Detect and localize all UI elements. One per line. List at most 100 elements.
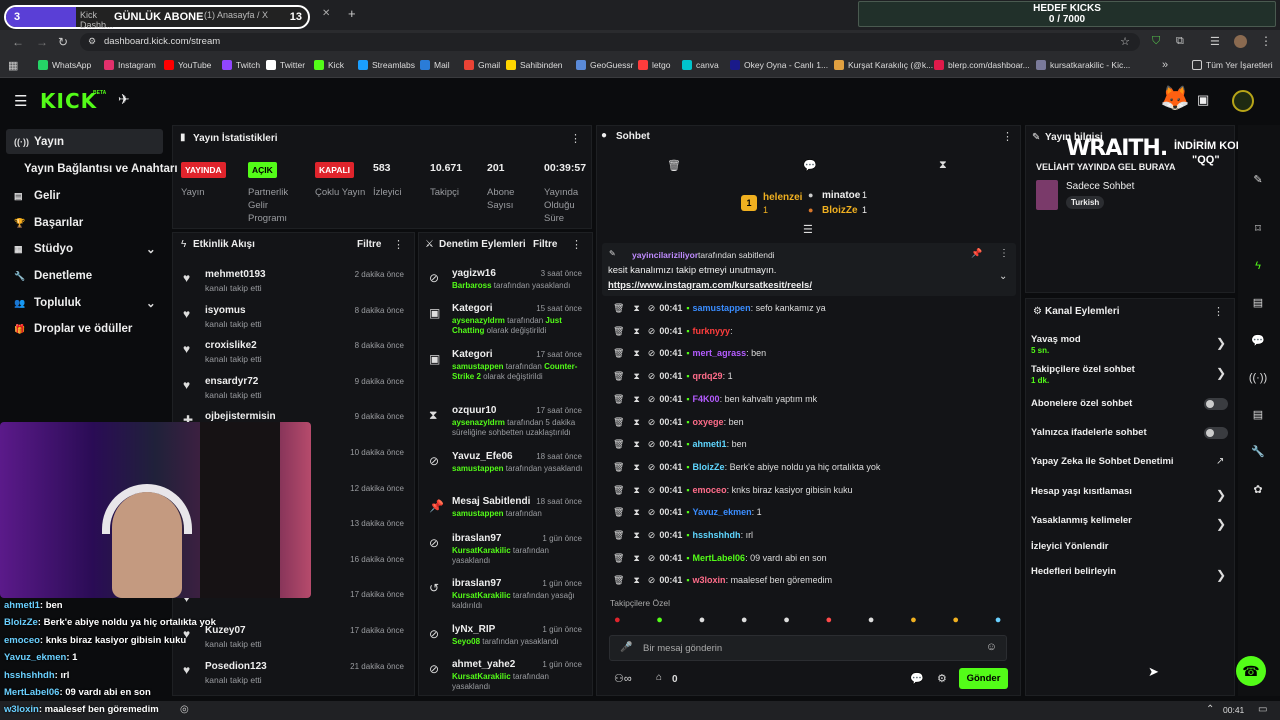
timeout-icon[interactable]: ⧗ bbox=[633, 394, 639, 404]
pin-icon[interactable]: ✈ bbox=[118, 91, 130, 108]
msg-user[interactable]: furknyyy bbox=[693, 326, 731, 336]
ban-icon[interactable]: ⊘ bbox=[648, 303, 656, 313]
ban-icon[interactable]: ⊘ bbox=[648, 462, 656, 472]
bookmark-14[interactable]: Kurşat Karakılıç (@k... bbox=[834, 60, 933, 70]
mod-target[interactable]: Mesaj Sabitlendi bbox=[452, 496, 530, 507]
msg-user[interactable]: ahmeti1 bbox=[693, 439, 727, 449]
broadcast-icon[interactable]: ((·)) bbox=[1247, 367, 1269, 389]
ban-icon[interactable]: ⊘ bbox=[648, 348, 656, 358]
emote-icon[interactable]: ● bbox=[614, 614, 621, 626]
ban-icon[interactable]: ⊘ bbox=[648, 371, 656, 381]
edit-icon[interactable]: ✎ bbox=[1247, 169, 1269, 191]
timeout-icon[interactable]: ⧗ bbox=[633, 303, 639, 313]
bookmark-11[interactable]: letgo bbox=[638, 60, 670, 70]
unpin-icon[interactable]: 📌 bbox=[971, 248, 982, 259]
mod-actor[interactable]: Seyo08 bbox=[452, 637, 480, 646]
language-tag[interactable]: Turkish bbox=[1066, 196, 1105, 209]
timeout-icon[interactable]: ⧗ bbox=[633, 462, 639, 472]
mic-icon[interactable]: 🎤 bbox=[620, 642, 632, 653]
delete-msg-icon[interactable]: 🗑 bbox=[613, 348, 624, 358]
channel-action-6[interactable]: Yasaklanmış kelimeler bbox=[1031, 515, 1132, 526]
store-icon[interactable]: ▣ bbox=[1197, 92, 1209, 108]
expand-icon[interactable]: ⌄ bbox=[999, 271, 1007, 282]
mod-target[interactable]: Kategori bbox=[452, 349, 493, 360]
emote-icon[interactable]: ● bbox=[656, 614, 663, 626]
emote-icon[interactable]: ● bbox=[783, 614, 790, 626]
activity-user[interactable]: croxislike2 bbox=[205, 340, 257, 351]
new-tab-icon[interactable]: + bbox=[348, 6, 356, 21]
channel-action-8[interactable]: Hedefleri belirleyin bbox=[1031, 566, 1116, 577]
timeout-icon[interactable]: ⧗ bbox=[633, 575, 639, 585]
top-chatter[interactable]: helenzei bbox=[763, 192, 802, 203]
delete-msg-icon[interactable]: 🗑 bbox=[613, 303, 624, 313]
mod-actor[interactable]: aysenazyldrm bbox=[452, 316, 505, 325]
notification-icon[interactable]: ▭ bbox=[1258, 704, 1267, 715]
browser-menu-icon[interactable]: ⋮ bbox=[1260, 34, 1272, 48]
sidebar-item-1[interactable]: Yayın Bağlantısı ve Anahtarı bbox=[24, 163, 178, 175]
msg-user[interactable]: mert_agrass bbox=[693, 348, 747, 358]
chevron-right-icon[interactable]: ❯ bbox=[1216, 336, 1226, 350]
msg-user[interactable]: F4K00 bbox=[693, 394, 720, 404]
timeout-icon[interactable]: ⧗ bbox=[633, 371, 639, 381]
mod-target[interactable]: ozquur10 bbox=[452, 405, 496, 416]
document-icon[interactable]: ▤ bbox=[1247, 292, 1269, 314]
timeout-icon[interactable]: ⧗ bbox=[633, 507, 639, 517]
msg-user[interactable]: samustappen bbox=[693, 303, 751, 313]
ban-icon[interactable]: ⊘ bbox=[648, 394, 656, 404]
emote-icon[interactable]: ● bbox=[741, 614, 748, 626]
palette-icon[interactable]: ✿ bbox=[1247, 479, 1269, 501]
sidebar-item-5[interactable]: 🔧 Denetleme bbox=[14, 270, 92, 282]
timeout-icon[interactable]: ⧗ bbox=[633, 553, 639, 563]
modlog-menu-icon[interactable]: ⋮ bbox=[571, 238, 582, 251]
channel-action-0[interactable]: Yavaş mod bbox=[1031, 334, 1081, 345]
forward-icon[interactable]: → bbox=[36, 35, 48, 49]
chevron-right-icon[interactable]: ❯ bbox=[1216, 517, 1226, 531]
external-link-icon[interactable]: ↗ bbox=[1216, 456, 1224, 467]
user-avatar[interactable] bbox=[1232, 90, 1254, 112]
trash-icon[interactable]: 🗑 bbox=[667, 159, 681, 172]
profile-avatar[interactable] bbox=[1234, 35, 1247, 48]
ban-icon[interactable]: ⊘ bbox=[648, 553, 656, 563]
chat-menu-icon[interactable]: ⋮ bbox=[1002, 130, 1013, 143]
toggle-switch[interactable] bbox=[1204, 398, 1228, 410]
channel-action-4[interactable]: Yapay Zeka ile Sohbet Denetimi bbox=[1031, 456, 1174, 467]
delete-msg-icon[interactable]: 🗑 bbox=[613, 530, 624, 540]
mod-target[interactable]: Yavuz_Efe06 bbox=[452, 451, 513, 462]
sidebar-item-6[interactable]: 👥 Topluluk ⌄ bbox=[14, 297, 156, 310]
top-chatter[interactable]: minatoe bbox=[822, 190, 860, 201]
bookmark-9[interactable]: Sahibinden bbox=[506, 60, 563, 70]
bank-icon[interactable]: ⌂ bbox=[656, 672, 662, 683]
activity-menu-icon[interactable]: ⋮ bbox=[393, 238, 404, 251]
hourglass-icon[interactable]: ⧗ bbox=[939, 159, 947, 172]
taskbar-app-icon[interactable]: ◎ bbox=[180, 704, 189, 715]
back-icon[interactable]: ← bbox=[12, 35, 24, 49]
bookmark-5[interactable]: Kick bbox=[314, 60, 344, 70]
bookmark-1[interactable]: Instagram bbox=[104, 60, 156, 70]
bookmark-2[interactable]: YouTube bbox=[164, 60, 211, 70]
bookmark-3[interactable]: Twitch bbox=[222, 60, 260, 70]
pinned-link[interactable]: https://www.instagram.com/kursatkesit/re… bbox=[608, 280, 812, 291]
emote-icon[interactable]: ● bbox=[826, 614, 833, 626]
bookmark-16[interactable]: kursatkarakilic - Kic... bbox=[1036, 60, 1130, 70]
chat-input[interactable]: 🎤 Bir mesaj gönderin ☺ bbox=[609, 635, 1007, 661]
url-field[interactable]: ⚙ dashboard.kick.com/stream ☆ bbox=[80, 33, 1140, 51]
bubble-icon[interactable]: 💬 bbox=[1247, 330, 1269, 352]
delete-msg-icon[interactable]: 🗑 bbox=[613, 417, 624, 427]
bookmark-7[interactable]: Mail bbox=[420, 60, 450, 70]
mod-target[interactable]: yagizw16 bbox=[452, 268, 496, 279]
stats-menu-icon[interactable]: ⋮ bbox=[570, 132, 581, 145]
activity-user[interactable]: ensardyr72 bbox=[205, 376, 258, 387]
bookmark-12[interactable]: canva bbox=[682, 60, 719, 70]
bookmark-0[interactable]: WhatsApp bbox=[38, 60, 91, 70]
sidebar-item-4[interactable]: ▦ Stüdyo ⌄ bbox=[14, 243, 156, 256]
mod-actor[interactable]: samustappen bbox=[452, 362, 504, 371]
ban-icon[interactable]: ⊘ bbox=[648, 326, 656, 336]
mod-target[interactable]: Kategori bbox=[452, 303, 493, 314]
pinned-menu-icon[interactable]: ⋮ bbox=[999, 248, 1009, 259]
channel-action-3[interactable]: Yalnızca ifadelerle sohbet bbox=[1031, 427, 1147, 438]
timeout-icon[interactable]: ⧗ bbox=[633, 348, 639, 358]
mod-target[interactable]: ahmet_yahe2 bbox=[452, 659, 515, 670]
send-button[interactable]: Gönder bbox=[959, 668, 1008, 689]
tab-x[interactable]: (1) Anasayfa / X bbox=[196, 4, 316, 30]
chevron-right-icon[interactable]: ❯ bbox=[1216, 366, 1226, 380]
